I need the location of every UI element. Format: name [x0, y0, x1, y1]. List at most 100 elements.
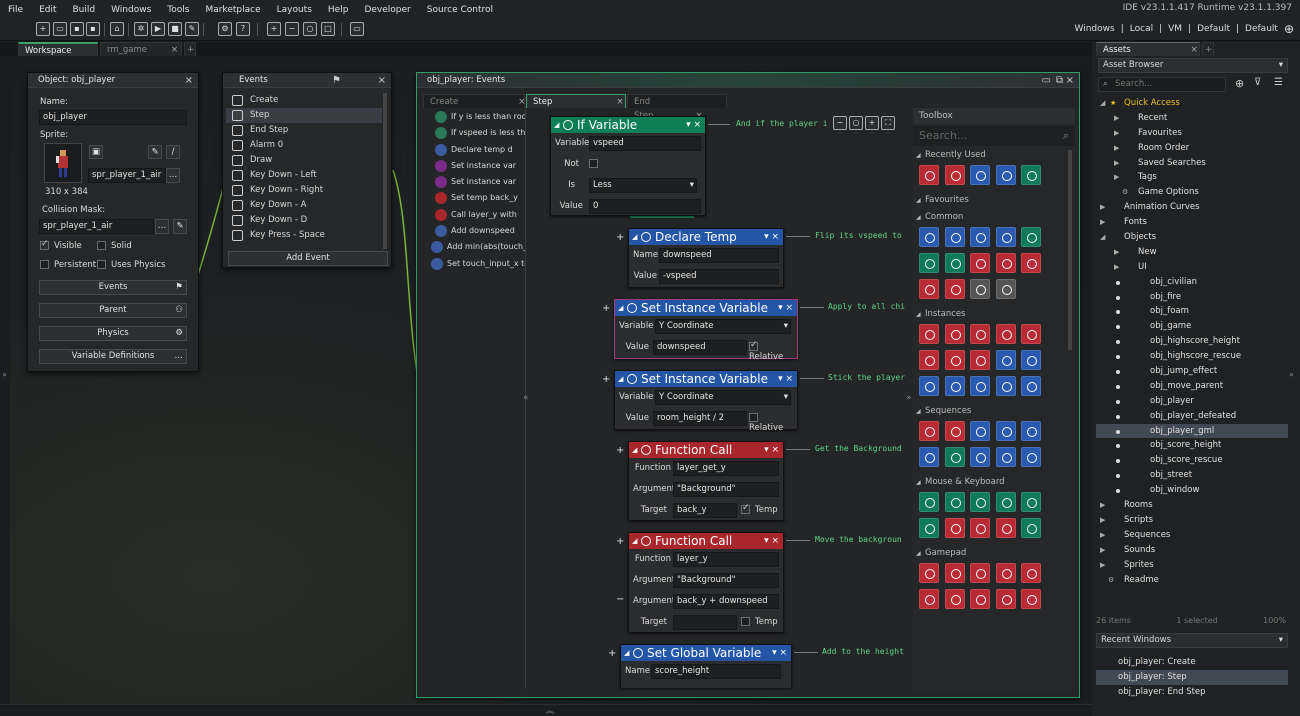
toolbox-action-icon[interactable] — [919, 447, 939, 467]
asset-tree-item[interactable]: ▶ Room Order — [1096, 141, 1288, 156]
tab-rm-game[interactable]: rm_game × — [100, 42, 182, 56]
comment-setinst2[interactable]: Stick the player — [828, 373, 905, 382]
collapse-arrow-icon[interactable]: ◢ — [1100, 96, 1105, 111]
asset-tree-item[interactable]: ▶ Saved Searches — [1096, 156, 1288, 171]
asset-tree-item[interactable]: obj_jump_effect — [1096, 364, 1288, 379]
toolbox-action-icon[interactable] — [919, 350, 939, 370]
toolbox-action-icon[interactable] — [944, 563, 965, 583]
target-device[interactable]: Local — [1130, 24, 1153, 34]
recent-window-item[interactable]: obj_player: Step — [1096, 669, 1288, 685]
asset-tree-item[interactable]: obj_highscore_rescue — [1096, 349, 1288, 364]
event-item[interactable]: End Step — [226, 123, 382, 138]
persistent-checkbox[interactable]: Persistent — [40, 260, 96, 270]
bullet-icon[interactable] — [1116, 310, 1120, 315]
temp-name-field[interactable]: downspeed — [659, 248, 779, 263]
asset-tree-item[interactable]: ▶ New — [1096, 245, 1288, 260]
asset-tree-item[interactable]: ⚙ Game Options — [1096, 185, 1288, 200]
settings-icon[interactable]: ⚙ — [218, 22, 232, 36]
action-list-item[interactable]: If vspeed is less th — [421, 125, 525, 141]
set-instance-variable-block-2[interactable]: ◢ Set Instance Variable ▾ × Variable Y Coor… — [614, 370, 798, 433]
bullet-icon[interactable] — [1116, 280, 1120, 285]
target-device-config[interactable]: Default — [1245, 24, 1278, 34]
toolbox-action-icon[interactable] — [970, 227, 990, 247]
recent-window-item[interactable]: obj_player: End Step — [1096, 685, 1288, 700]
asset-tree-item[interactable]: ▶ Animation Curves — [1096, 200, 1288, 215]
action-list-item[interactable]: Set instance var — [421, 174, 525, 190]
expand-arrow-icon[interactable]: ▶ — [1114, 111, 1119, 126]
comment-declare[interactable]: Flip its vspeed to — [815, 231, 902, 240]
toolbox-action-icon[interactable] — [944, 165, 965, 185]
toolbox-section-header[interactable]: Recently Used — [913, 148, 1063, 163]
toolbox-action-icon[interactable] — [944, 324, 965, 344]
menu-item-source-control[interactable]: Source Control — [419, 5, 501, 15]
toolbox-action-icon[interactable] — [944, 350, 965, 370]
expand-icon[interactable]: + — [608, 648, 616, 659]
asset-tree-item[interactable]: obj_window — [1096, 483, 1288, 498]
close-icon[interactable]: × — [171, 45, 178, 55]
edit-mask-icon[interactable]: ✎ — [173, 219, 187, 234]
event-item[interactable]: Key Press - Space — [226, 228, 382, 243]
sprite-more-button[interactable]: … — [166, 168, 180, 183]
asset-tree-item[interactable]: ▶ Sprites — [1096, 558, 1288, 573]
toolbox-section-header[interactable]: Mouse & Keyboard — [913, 475, 1063, 490]
event-item[interactable]: Alarm 0 — [226, 138, 382, 153]
menu-item-help[interactable]: Help — [320, 5, 357, 15]
toolbox-action-icon[interactable] — [995, 324, 1016, 344]
toolbox-action-icon[interactable] — [944, 518, 965, 538]
close-icon[interactable]: × — [185, 73, 193, 88]
expand-arrow-icon[interactable]: ▶ — [1100, 215, 1105, 230]
menu-item-edit[interactable]: Edit — [31, 5, 64, 15]
asset-tree-item[interactable]: obj_foam — [1096, 304, 1288, 319]
object-name-field[interactable]: obj_player — [39, 110, 187, 125]
bullet-icon[interactable] — [1116, 474, 1120, 479]
help-icon[interactable]: ? — [236, 22, 250, 36]
comment-func1[interactable]: Get the Background — [815, 444, 902, 453]
stop-icon[interactable]: ■ — [168, 22, 182, 36]
visible-checkbox[interactable]: Visible — [40, 239, 82, 251]
toolbox-action-icon[interactable] — [995, 376, 1016, 396]
clean-build-icon[interactable]: ✎ — [185, 22, 199, 36]
toolbox-section-header[interactable]: Favourites — [913, 193, 1063, 208]
event-item[interactable]: Key Down - A — [226, 198, 382, 213]
close-icon[interactable]: × — [378, 73, 386, 88]
target-output[interactable]: VM — [1168, 24, 1182, 34]
toolbox-action-icon[interactable] — [919, 253, 939, 273]
expand-arrow-icon[interactable]: ▶ — [1114, 245, 1119, 260]
add-tab-button[interactable]: + — [1202, 42, 1214, 56]
bullet-icon[interactable] — [1116, 384, 1120, 389]
zoom-reset-icon[interactable]: ○ — [303, 22, 317, 36]
menu-item-layouts[interactable]: Layouts — [269, 5, 320, 15]
menu-item-windows[interactable]: Windows — [103, 5, 159, 15]
toolbox-action-icon[interactable] — [919, 589, 939, 609]
tab-end-step[interactable]: End Step× — [627, 94, 727, 121]
debug-icon[interactable]: ✲ — [134, 22, 148, 36]
run-icon[interactable]: ▶ — [151, 22, 165, 36]
event-item[interactable]: Draw — [226, 153, 382, 168]
function-call-block[interactable]: ◢ Function Call ▾ × Function layer_get_y Ar… — [628, 441, 784, 521]
toolbox-action-icon[interactable] — [995, 227, 1016, 247]
asset-tree-item[interactable]: obj_score_rescue — [1096, 453, 1288, 468]
toolbox-action-icon[interactable] — [970, 350, 990, 370]
asset-tree-item[interactable]: ⚙ Readme — [1096, 573, 1288, 588]
menu-item-developer[interactable]: Developer — [356, 5, 418, 15]
windowed-icon[interactable]: ▭ — [350, 22, 364, 36]
toolbox-action-icon[interactable] — [1021, 589, 1041, 609]
save-icon[interactable]: ▪ — [70, 22, 84, 36]
toolbox-action-icon[interactable] — [995, 279, 1016, 299]
brush-icon[interactable]: / — [166, 145, 180, 159]
asset-tree-item[interactable]: obj_highscore_height — [1096, 334, 1288, 349]
event-item[interactable]: Step — [226, 108, 382, 123]
toolbox-action-icon[interactable] — [970, 447, 990, 467]
bullet-icon[interactable] — [1116, 355, 1120, 360]
toolbox-action-icon[interactable] — [995, 589, 1016, 609]
expand-arrow-icon[interactable]: ▶ — [1100, 200, 1105, 215]
toolbox-action-icon[interactable] — [944, 376, 965, 396]
right-dock-edge[interactable]: » — [1289, 370, 1294, 379]
sprite-select-field[interactable]: spr_player_1_air — [88, 168, 166, 183]
asset-tree-item[interactable]: obj_move_parent — [1096, 379, 1288, 394]
filter-icon[interactable]: ⊽ — [1254, 77, 1261, 88]
action-list-item[interactable]: Set temp back_y — [421, 190, 525, 206]
toolbox-action-icon[interactable] — [970, 165, 990, 185]
toolbox-action-icon[interactable] — [919, 227, 939, 247]
save-all-icon[interactable]: ▪ — [86, 22, 100, 36]
